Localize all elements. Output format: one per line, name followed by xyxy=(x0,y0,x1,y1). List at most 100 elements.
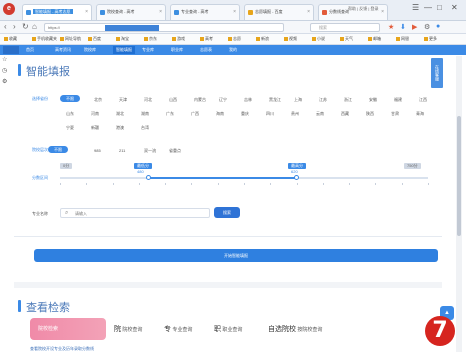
browser-tab[interactable]: 智能填报 - 高考志愿 × xyxy=(22,4,92,20)
level-option[interactable]: 985 xyxy=(94,148,101,153)
tab-close-icon[interactable]: × xyxy=(85,5,88,19)
page-scrollbar[interactable] xyxy=(456,56,462,352)
province-option[interactable]: 湖南 xyxy=(141,111,149,117)
score-high-handle[interactable] xyxy=(293,175,299,180)
star-icon[interactable]: ☆ xyxy=(2,56,10,63)
site-nav-item[interactable]: 院校库 xyxy=(84,47,96,53)
bookmark-item[interactable]: 天气 xyxy=(340,36,353,42)
back-icon[interactable]: ‹ xyxy=(4,22,7,31)
tab-college-search[interactable]: 院校检索 xyxy=(30,318,106,340)
bookmark-item[interactable]: 京东 xyxy=(144,36,157,42)
online-service-tab[interactable]: 在线客服 xyxy=(431,58,443,88)
province-option[interactable]: 上海 xyxy=(294,97,302,103)
url-input[interactable]: https:// xyxy=(44,23,284,32)
refresh-icon[interactable]: ↻ xyxy=(22,22,29,31)
bookmark-item[interactable]: 百度 xyxy=(88,36,101,42)
search-button[interactable]: 搜索 xyxy=(214,207,240,218)
province-option[interactable]: 安徽 xyxy=(369,97,377,103)
tab-college-query[interactable]: 院 院校查询 xyxy=(114,324,142,334)
minimize-icon[interactable]: — xyxy=(424,3,432,12)
user-icon[interactable]: ● xyxy=(436,23,440,30)
bookmark-item[interactable]: 小说 xyxy=(312,36,325,42)
province-option[interactable]: 西藏 xyxy=(341,111,349,117)
province-option[interactable]: 辽宁 xyxy=(219,97,227,103)
province-option[interactable]: 新疆 xyxy=(91,125,99,131)
bookmark-item[interactable]: 高考 xyxy=(200,36,213,42)
score-low-handle[interactable] xyxy=(146,175,152,180)
province-option[interactable]: 北京 xyxy=(94,97,102,103)
province-option[interactable]: 湖北 xyxy=(116,111,124,117)
tab-self-select[interactable]: 自选院校 按院校查询 xyxy=(268,324,322,334)
bookmark-item[interactable]: 网址导航 xyxy=(60,36,81,42)
bookmark-item[interactable]: 视频 xyxy=(284,36,297,42)
province-option[interactable]: 广西 xyxy=(191,111,199,117)
tab-close-icon[interactable]: × xyxy=(307,5,310,19)
province-option[interactable]: 云南 xyxy=(316,111,324,117)
extension-icon[interactable]: ▶ xyxy=(412,23,417,31)
province-option[interactable]: 江苏 xyxy=(319,97,327,103)
province-option[interactable]: 台湾 xyxy=(141,125,149,131)
bookmark-item[interactable]: 淘宝 xyxy=(116,36,129,42)
bookmark-item[interactable]: 手机收藏夹 xyxy=(32,36,57,42)
province-option[interactable]: 重庆 xyxy=(241,111,249,117)
scroll-thumb[interactable] xyxy=(457,116,461,236)
browser-tab[interactable]: 志愿填报 - 百度 × xyxy=(244,4,314,20)
bookmark-item[interactable]: 网银 xyxy=(396,36,409,42)
history-icon[interactable]: ◷ xyxy=(2,67,10,74)
province-option-all[interactable]: 不限 xyxy=(60,95,80,102)
province-option[interactable]: 山西 xyxy=(169,97,177,103)
tab-close-icon[interactable]: × xyxy=(233,5,236,19)
province-option[interactable]: 广东 xyxy=(166,111,174,117)
forward-icon[interactable]: › xyxy=(13,22,16,31)
province-option[interactable]: 海南 xyxy=(216,111,224,117)
menu-icon[interactable]: ☰ xyxy=(412,3,419,12)
bookmark-item[interactable]: 新浪 xyxy=(256,36,269,42)
browser-tab[interactable]: 专业查询 - 高考 × xyxy=(170,4,240,20)
browser-tab[interactable]: 院校查询 - 高考 × xyxy=(96,4,166,20)
level-option[interactable]: 双一流 xyxy=(144,148,156,154)
close-window-icon[interactable]: ✕ xyxy=(451,3,458,12)
province-option[interactable]: 河南 xyxy=(91,111,99,117)
province-option[interactable]: 天津 xyxy=(119,97,127,103)
level-option[interactable]: 省重点 xyxy=(169,148,181,154)
site-nav-item[interactable]: 专业库 xyxy=(142,47,154,53)
bookmark-item[interactable]: 游戏 xyxy=(172,36,185,42)
province-option[interactable]: 青海 xyxy=(416,111,424,117)
site-nav-item[interactable]: 职业库 xyxy=(171,47,183,53)
province-option[interactable]: 陕西 xyxy=(366,111,374,117)
browser-logo-icon[interactable]: e xyxy=(3,3,15,15)
bookmark-item[interactable]: 邮箱 xyxy=(368,36,381,42)
province-option[interactable]: 贵州 xyxy=(291,111,299,117)
bookmark-item[interactable]: 更多 xyxy=(424,36,437,42)
level-option-all[interactable]: 不限 xyxy=(48,146,68,153)
site-logo[interactable] xyxy=(3,46,19,54)
major-search-input[interactable]: ⌕ 请输入 xyxy=(60,208,210,218)
province-option[interactable]: 吉林 xyxy=(244,97,252,103)
province-option[interactable]: 福建 xyxy=(394,97,402,103)
tab-close-icon[interactable]: × xyxy=(381,5,384,19)
province-option[interactable]: 河北 xyxy=(144,97,152,103)
bookmark-star-icon[interactable]: ★ xyxy=(388,23,394,31)
province-option[interactable]: 宁夏 xyxy=(66,125,74,131)
site-nav-item[interactable]: 首页 xyxy=(26,47,34,53)
bookmark-item[interactable]: 收藏 xyxy=(4,36,17,42)
province-option[interactable]: 黑龙江 xyxy=(269,97,281,103)
header-links[interactable]: 帮助 | 反馈 | 登录 xyxy=(348,6,379,12)
province-option[interactable]: 四川 xyxy=(266,111,274,117)
site-nav-item[interactable]: 志愿表 xyxy=(200,47,212,53)
site-nav-item[interactable]: 智能填报 xyxy=(113,46,135,54)
site-nav-item[interactable]: 我的 xyxy=(229,47,237,53)
province-option[interactable]: 浙江 xyxy=(344,97,352,103)
province-option[interactable]: 内蒙古 xyxy=(194,97,206,103)
home-icon[interactable]: ⌂ xyxy=(32,22,37,31)
province-option[interactable]: 山东 xyxy=(66,111,74,117)
province-option[interactable]: 江西 xyxy=(419,97,427,103)
browser-search-input[interactable]: 搜索 xyxy=(310,23,380,32)
download-icon[interactable]: ⬇ xyxy=(400,23,406,31)
province-option[interactable]: 甘肃 xyxy=(391,111,399,117)
settings-icon[interactable]: ⚙ xyxy=(2,78,10,85)
tab-career-query[interactable]: 职 职业查询 xyxy=(214,324,242,334)
province-option[interactable]: 港澳 xyxy=(116,125,124,131)
bookmark-item[interactable]: 志愿 xyxy=(228,36,241,42)
tools-icon[interactable]: ⚙ xyxy=(424,23,430,31)
